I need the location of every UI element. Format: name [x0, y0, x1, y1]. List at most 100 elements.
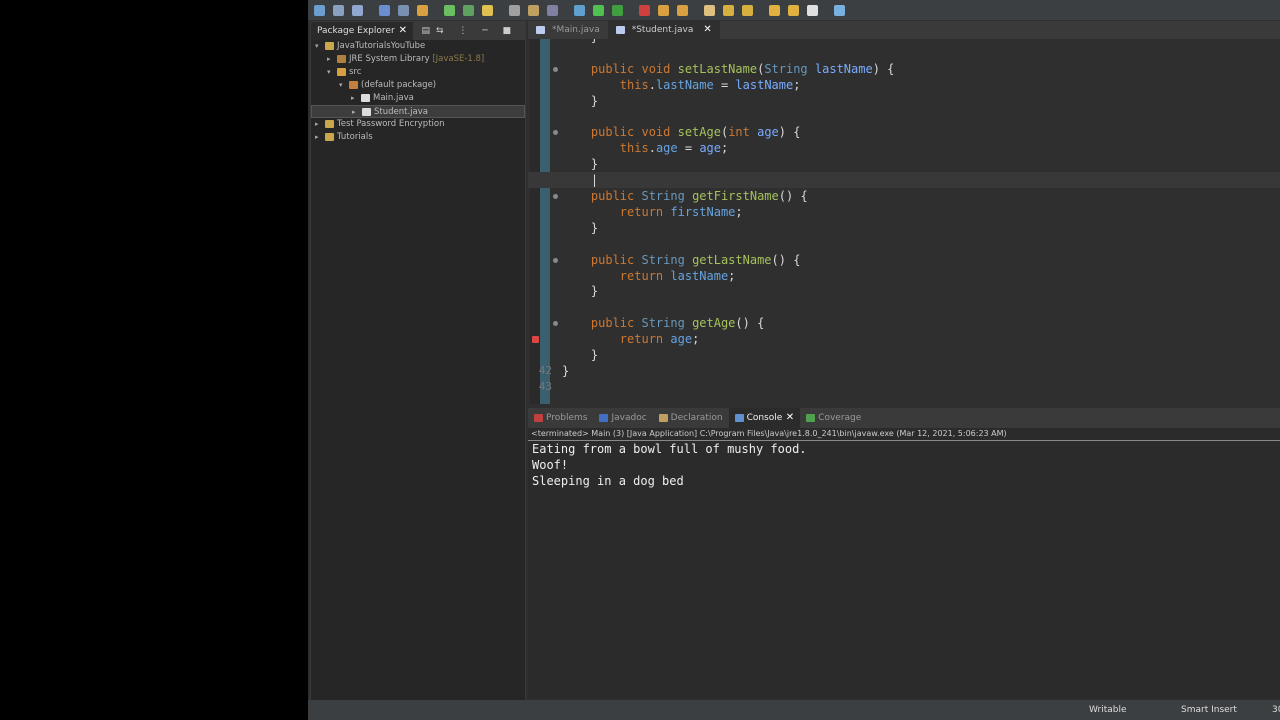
code-token: } [562, 284, 599, 299]
writable-status: Writable [1089, 705, 1127, 715]
code-token: } [562, 157, 599, 172]
view-toolbar-icons[interactable]: ▤⇆ ⋮ ─ ■ [421, 26, 517, 36]
close-icon[interactable]: ✕ [782, 412, 794, 423]
close-icon[interactable]: ✕ [703, 21, 711, 39]
code-token: return [562, 332, 671, 347]
toolbar-button-icon[interactable] [333, 4, 344, 16]
tab-package-explorer[interactable]: Package Explorer ✕ [311, 22, 414, 40]
toolbar-button-icon[interactable] [314, 4, 325, 16]
toolbar-button-icon[interactable] [612, 4, 623, 16]
code-token: getAge [692, 316, 736, 331]
editor-tab[interactable]: *Main.java [528, 21, 608, 39]
status-bar: Writable Smart Insert 30 [308, 700, 1280, 720]
declaration-icon [658, 413, 668, 422]
toolbar-button-icon[interactable] [639, 4, 650, 16]
tab-label: Coverage [818, 413, 862, 423]
code-token: public [562, 252, 642, 267]
tree-item[interactable]: ▸ Test Password Encryption [311, 118, 525, 131]
fold-toggle-icon[interactable] [553, 257, 558, 263]
toolbar-button-icon[interactable] [463, 4, 474, 16]
toolbar-button-icon[interactable] [658, 4, 669, 16]
collapsed-arrow-icon[interactable]: ▸ [327, 53, 337, 66]
tree-item[interactable]: ▾ (default package) [311, 79, 525, 92]
code-text: public String getFirstName() { [562, 188, 808, 204]
tab-console[interactable]: Console ✕ [728, 408, 801, 428]
code-line: | [528, 172, 1280, 189]
toolbar-button-icon[interactable] [417, 4, 428, 16]
tab-coverage[interactable]: Coverage [800, 408, 867, 428]
tree-item[interactable]: ▸ JRE System Library [JavaSE-1.8] [311, 53, 525, 66]
toolbar-button-icon[interactable] [769, 4, 780, 16]
toolbar-button-icon[interactable] [788, 4, 799, 16]
toolbar-button-icon[interactable] [482, 4, 493, 16]
tree-item[interactable]: ▾ JavaTutorialsYouTube [311, 40, 525, 53]
toolbar-button-icon[interactable] [398, 4, 409, 16]
fold-toggle-icon[interactable] [553, 194, 558, 199]
tree-item[interactable]: ▾ src [311, 66, 525, 79]
toolbar-button-icon[interactable] [444, 4, 455, 16]
tree-item[interactable]: ▸ Student.java [311, 105, 525, 118]
code-token: return [562, 204, 671, 219]
code-token: return [562, 268, 671, 283]
toolbar-button-icon[interactable] [574, 4, 585, 16]
collapsed-arrow-icon[interactable]: ▸ [315, 118, 325, 131]
code-token: age [699, 141, 721, 156]
tree-item-label: Test Password Encryption [337, 119, 445, 129]
toolbar-button-icon[interactable] [704, 4, 715, 16]
tab-label: Javadoc [611, 413, 647, 423]
toolbar-button-icon[interactable] [379, 4, 390, 16]
fold-toggle-icon[interactable] [553, 130, 558, 136]
bottom-panel-tabs: Problems Javadoc Declaration Console ✕ Cover… [528, 408, 1280, 428]
collapsed-arrow-icon[interactable]: ▸ [351, 92, 361, 105]
tree-item-label: Tutorials [337, 132, 373, 142]
toolbar-button-icon[interactable] [723, 4, 734, 16]
close-icon[interactable]: ✕ [399, 22, 407, 40]
tab-javadoc[interactable]: Javadoc [593, 408, 652, 428]
code-text: public void setAge(int age) { [562, 124, 801, 140]
toolbar-button-icon[interactable] [807, 4, 818, 16]
code-token: public void [562, 125, 678, 140]
code-line: } [528, 220, 1280, 236]
toolbar-button-icon[interactable] [593, 4, 604, 16]
code-token: String [764, 61, 815, 76]
error-marker-icon[interactable] [532, 336, 539, 344]
fold-toggle-icon[interactable] [553, 66, 558, 72]
fold-toggle-icon[interactable] [553, 321, 558, 327]
tab-declaration[interactable]: Declaration [653, 408, 729, 428]
toolbar-button-icon[interactable] [547, 4, 558, 16]
tree-item[interactable]: ▸ Tutorials [311, 131, 525, 144]
code-token: this [562, 77, 649, 92]
code-token: public [562, 316, 642, 331]
toolbar-button-icon[interactable] [509, 4, 520, 16]
code-token: = [713, 77, 736, 92]
tree-item[interactable]: ▸ Main.java [311, 92, 525, 105]
toolbar-button-icon[interactable] [528, 4, 539, 16]
editor-tabs: *Main.java *Student.java ✕ [528, 21, 1280, 39]
code-token: } [562, 93, 599, 108]
code-token: firstName [670, 204, 736, 219]
code-area[interactable]: } public void setLastName(String lastNam… [528, 39, 1280, 404]
console-output[interactable]: Eating from a bowl full of mushy food. Wo… [528, 441, 1280, 489]
expanded-arrow-icon[interactable]: ▾ [339, 79, 349, 92]
editor-tab[interactable]: *Student.java ✕ [607, 21, 720, 39]
toolbar-button-icon[interactable] [742, 4, 753, 16]
tree-item-decoration: [JavaSE-1.8] [432, 54, 485, 64]
expanded-arrow-icon[interactable]: ▾ [327, 66, 337, 79]
code-token: () { [735, 316, 765, 331]
code-token: ; [728, 268, 736, 283]
collapsed-arrow-icon[interactable]: ▸ [315, 131, 325, 144]
tree-item-label: JavaTutorialsYouTube [337, 41, 426, 51]
code-text: } [562, 363, 569, 379]
tab-problems[interactable]: Problems [528, 408, 593, 428]
tab-label: Declaration [670, 413, 723, 423]
code-token: String [641, 189, 693, 203]
toolbar-button-icon[interactable] [677, 4, 688, 16]
code-token: setLastName [677, 61, 758, 76]
code-token: } [562, 39, 598, 44]
toolbar-button-icon[interactable] [834, 4, 845, 16]
toolbar-button-icon[interactable] [352, 4, 363, 16]
expanded-arrow-icon[interactable]: ▾ [315, 40, 325, 53]
package-explorer-view: Package Explorer ✕ ▤⇆ ⋮ ─ ■ ▾ JavaTutorial… [310, 21, 526, 701]
code-token: int [728, 125, 758, 140]
